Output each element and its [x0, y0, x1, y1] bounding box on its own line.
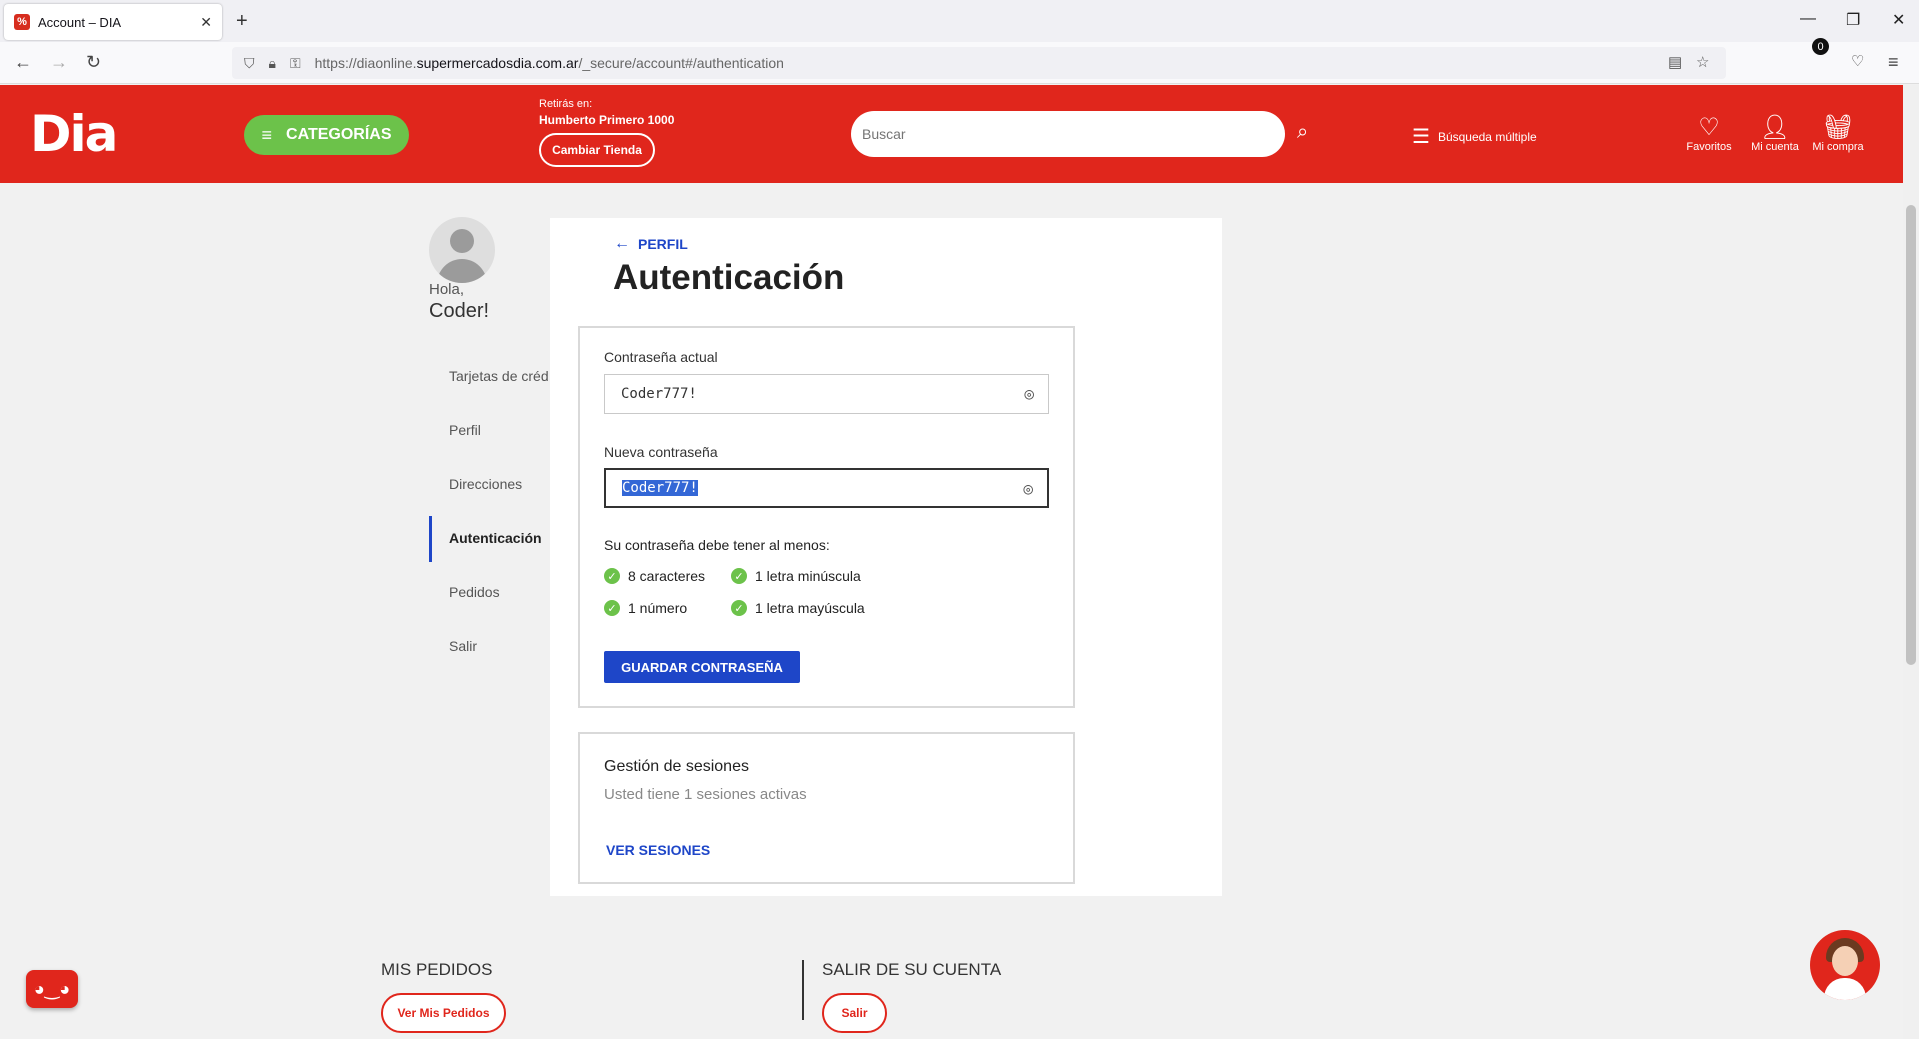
- url-path: /_secure/account#/authentication: [578, 55, 784, 71]
- back-to-profile-link[interactable]: ← PERFIL: [614, 235, 688, 253]
- close-window-icon[interactable]: ✕: [1892, 10, 1905, 30]
- close-tab-icon[interactable]: ✕: [200, 14, 212, 31]
- favorites-button[interactable]: ♡ Favoritos: [1674, 113, 1744, 153]
- save-password-button[interactable]: GUARDAR CONTRASEÑA: [604, 651, 800, 683]
- eye-off-icon[interactable]: ◎: [1023, 479, 1033, 498]
- chatbot-icon[interactable]: ◕‿◕: [26, 970, 78, 1008]
- multi-search-label: Búsqueda múltiple: [1437, 129, 1537, 144]
- view-orders-button[interactable]: Ver Mis Pedidos: [381, 993, 506, 1033]
- current-password-label: Contraseña actual: [604, 349, 718, 365]
- lock-icon[interactable]: 🔒︎: [269, 55, 276, 72]
- cart-count-badge: 0: [1812, 38, 1829, 55]
- restore-icon[interactable]: ❐: [1846, 10, 1860, 30]
- sidebar-item-orders[interactable]: Pedidos: [449, 584, 549, 600]
- reader-view-icon[interactable]: ▤: [1668, 53, 1682, 71]
- categories-label: CATEGORÍAS: [286, 126, 392, 143]
- sidebar-item-authentication[interactable]: Autenticación: [449, 530, 549, 546]
- page-title: Autenticación: [613, 258, 845, 297]
- view-sessions-link[interactable]: VER SESIONES: [606, 842, 710, 858]
- key-icon[interactable]: ⚿: [290, 55, 301, 72]
- list-search-icon: ☰: [1412, 126, 1430, 148]
- url-host: supermercadosdia.com.ar: [416, 55, 579, 71]
- page-scrollbar[interactable]: [1903, 85, 1919, 1039]
- requirement-item: ✓ 1 número: [604, 600, 687, 616]
- pickup-info: Retirás en: Humberto Primero 1000: [539, 98, 674, 127]
- pickup-label: Retirás en:: [539, 98, 593, 110]
- sessions-box: [578, 732, 1075, 884]
- user-name: Coder!: [429, 300, 490, 322]
- sessions-subtitle: Usted tiene 1 sesiones activas: [604, 786, 807, 803]
- logout-button[interactable]: Salir: [822, 993, 887, 1033]
- favorites-label: Favoritos: [1686, 141, 1732, 153]
- menu-lines-icon: ≡: [261, 124, 273, 145]
- check-icon: ✓: [731, 600, 747, 616]
- footer-divider: [802, 960, 804, 1020]
- dia-logo[interactable]: Dia: [30, 105, 118, 163]
- requirement-item: ✓ 8 caracteres: [604, 568, 705, 584]
- account-label: Mi cuenta: [1751, 141, 1799, 153]
- active-indicator: [429, 516, 432, 562]
- reload-icon[interactable]: ↻: [86, 52, 101, 73]
- requirement-item: ✓ 1 letra minúscula: [731, 568, 861, 584]
- back-label: PERFIL: [638, 236, 688, 252]
- browser-tab-bar: % Account – DIA ✕ + — ❐ ✕: [0, 0, 1919, 42]
- new-password-field[interactable]: Coder777! ◎: [604, 468, 1049, 508]
- store-name: Humberto Primero 1000: [539, 113, 675, 127]
- sidebar-item-profile[interactable]: Perfil: [449, 422, 549, 438]
- my-orders-title: MIS PEDIDOS: [381, 960, 493, 979]
- account-button[interactable]: 👤︎ Mi cuenta: [1740, 113, 1810, 153]
- site-header: Dia ≡ CATEGORÍAS Retirás en: Humberto Pr…: [0, 85, 1903, 183]
- forward-icon[interactable]: →: [50, 52, 68, 73]
- user-icon: 👤︎: [1759, 114, 1791, 141]
- assistant-avatar-icon[interactable]: [1810, 930, 1880, 1000]
- categories-button[interactable]: ≡ CATEGORÍAS: [244, 115, 409, 155]
- check-icon: ✓: [604, 568, 620, 584]
- bookmark-star-icon[interactable]: ☆: [1696, 53, 1709, 71]
- new-password-label: Nueva contraseña: [604, 444, 718, 460]
- check-icon: ✓: [604, 600, 620, 616]
- menu-icon[interactable]: ≡: [1888, 52, 1899, 73]
- search-icon[interactable]: ⌕: [1297, 121, 1308, 144]
- requirement-item: ✓ 1 letra mayúscula: [731, 600, 865, 616]
- check-icon: ✓: [731, 568, 747, 584]
- new-tab-icon[interactable]: +: [236, 10, 248, 33]
- arrow-left-icon: ←: [614, 235, 630, 252]
- sidebar-item-credit-cards[interactable]: Tarjetas de crédito: [449, 368, 549, 384]
- search-input[interactable]: [851, 111, 1285, 157]
- cart-button[interactable]: 🧺︎ Mi compra: [1803, 113, 1873, 153]
- avatar: [429, 217, 495, 283]
- heart-icon: ♡: [1698, 114, 1720, 141]
- sidebar-item-logout[interactable]: Salir: [449, 638, 549, 654]
- cart-label: Mi compra: [1812, 141, 1864, 153]
- multi-search-button[interactable]: ☰ Búsqueda múltiple: [1412, 124, 1537, 149]
- back-icon[interactable]: ←: [14, 52, 32, 73]
- requirements-title: Su contraseña debe tener al menos:: [604, 537, 830, 553]
- current-password-value: Coder777!: [621, 386, 697, 402]
- new-password-value: Coder777!: [622, 480, 698, 496]
- url-prefix: https://diaonline.: [314, 55, 417, 71]
- minimize-icon[interactable]: —: [1800, 10, 1816, 28]
- eye-off-icon[interactable]: ◎: [1024, 384, 1034, 403]
- browser-nav-bar: ← → ↻ ⛉ 🔒︎ ⚿ https://diaonline. supermerc…: [0, 42, 1919, 84]
- pocket-icon[interactable]: ♡: [1851, 52, 1864, 70]
- tab-title: Account – DIA: [38, 14, 122, 30]
- browser-tab[interactable]: % Account – DIA ✕: [4, 4, 222, 40]
- dia-favicon-icon: %: [14, 14, 30, 30]
- scrollbar-thumb[interactable]: [1906, 205, 1916, 665]
- logout-title: SALIR DE SU CUENTA: [822, 960, 1002, 979]
- basket-icon: 🧺︎: [1822, 114, 1854, 141]
- shield-icon[interactable]: ⛉: [244, 55, 255, 72]
- change-store-button[interactable]: Cambiar Tienda: [539, 133, 655, 167]
- sessions-title: Gestión de sesiones: [604, 758, 749, 775]
- current-password-field[interactable]: Coder777! ◎: [604, 374, 1049, 414]
- sidebar-item-addresses[interactable]: Direcciones: [449, 476, 549, 492]
- url-bar[interactable]: ⛉ 🔒︎ ⚿ https://diaonline. supermercadosdi…: [232, 47, 1726, 79]
- greeting: Hola,: [429, 281, 465, 298]
